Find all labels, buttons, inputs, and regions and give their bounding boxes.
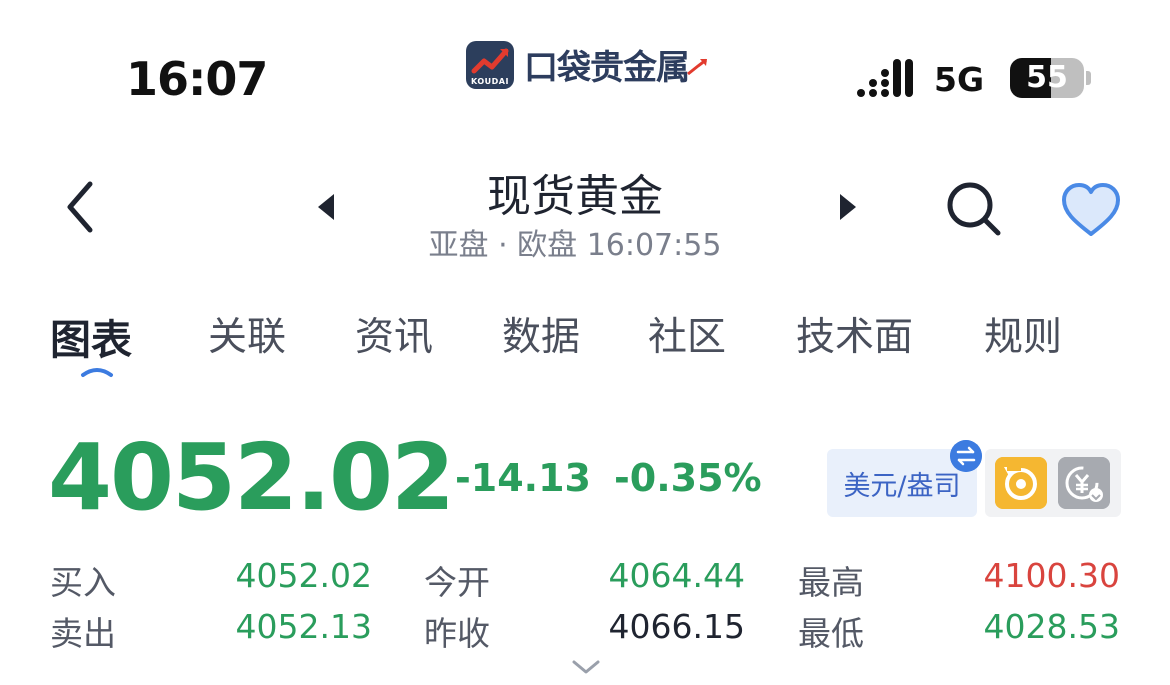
signal-icon: [857, 59, 913, 97]
battery-icon: 55: [1010, 58, 1084, 98]
brand-logo-icon: KOUDAI: [466, 40, 514, 89]
price-change: -14.13: [455, 456, 591, 500]
prev-close-value: 4066.15: [608, 607, 745, 646]
high-value: 4100.30: [983, 556, 1120, 595]
sell-label: 卖出: [50, 614, 116, 653]
page-title: 现货黄金: [487, 171, 663, 222]
network-type: 5G: [934, 60, 985, 99]
low-label: 最低: [798, 614, 864, 653]
low-value: 4028.53: [983, 607, 1120, 646]
active-tab-indicator: [81, 368, 113, 377]
tab-community[interactable]: 社区: [648, 306, 726, 362]
search-icon[interactable]: [940, 178, 1006, 238]
sell-value: 4052.13: [235, 607, 372, 646]
tab-news[interactable]: 资讯: [355, 306, 433, 362]
tab-rules[interactable]: 规则: [984, 306, 1062, 362]
swap-icon[interactable]: [950, 440, 982, 472]
back-arrow-icon[interactable]: [60, 178, 100, 236]
price-change-percent: -0.35%: [614, 456, 762, 500]
status-time: 16:07: [126, 52, 268, 106]
battery-level: 55: [1026, 60, 1068, 95]
caret-right-icon[interactable]: [832, 192, 862, 222]
buy-label: 买入: [50, 563, 116, 602]
caret-left-icon[interactable]: [312, 192, 342, 222]
battery-tip: [1086, 71, 1091, 85]
current-price: 4052.02: [48, 424, 455, 531]
trading-session: 亚盘 · 欧盘 16:07:55: [428, 228, 722, 263]
tab-related[interactable]: 关联: [208, 306, 286, 362]
tab-chart[interactable]: 图表: [50, 306, 132, 366]
refresh-icon[interactable]: [995, 457, 1047, 509]
high-label: 最高: [798, 563, 864, 602]
chevron-down-icon[interactable]: [568, 656, 604, 678]
yen-exchange-icon[interactable]: [1058, 457, 1110, 509]
heart-icon[interactable]: [1058, 180, 1124, 240]
unit-label: 美元/盎司: [843, 470, 961, 502]
brand-name: 口袋贵金属: [524, 48, 690, 88]
buy-value: 4052.02: [235, 556, 372, 595]
open-value: 4064.44: [608, 556, 745, 595]
tab-data[interactable]: 数据: [502, 306, 580, 362]
brand: KOUDAI 口袋贵金属: [466, 40, 690, 89]
open-label: 今开: [424, 563, 490, 602]
brand-arrow-icon: [687, 58, 707, 76]
prev-close-label: 昨收: [424, 614, 490, 653]
tab-technical[interactable]: 技术面: [796, 306, 913, 362]
